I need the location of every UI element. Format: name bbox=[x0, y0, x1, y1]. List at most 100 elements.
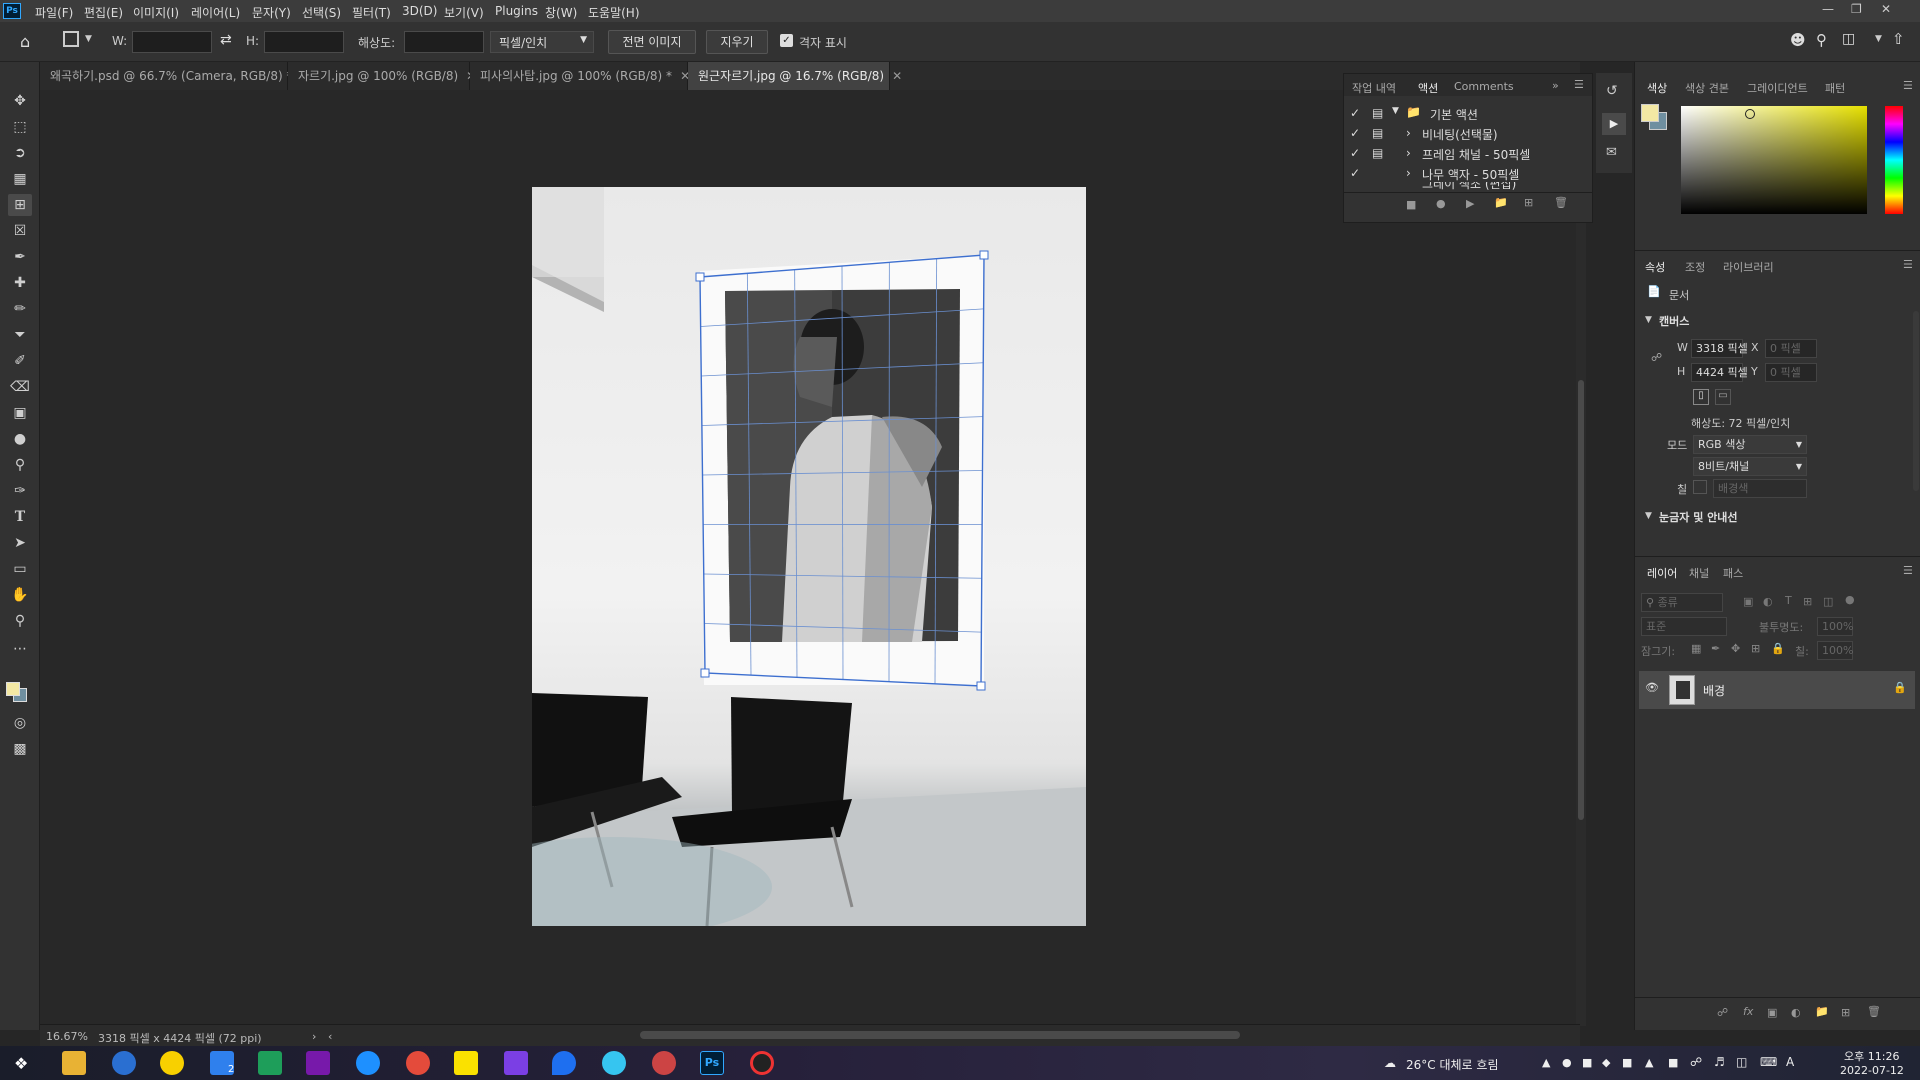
doc-tab-4[interactable]: 원근자르기.jpg @ 16.7% (RGB/8) ✕ bbox=[688, 62, 902, 90]
perspective-crop-grid[interactable] bbox=[532, 187, 1086, 926]
tab-channels[interactable]: 채널 bbox=[1689, 565, 1709, 581]
height-input[interactable] bbox=[264, 31, 344, 53]
user-icon[interactable]: ☻ bbox=[1790, 31, 1806, 49]
chevron-down-icon[interactable]: ▼ bbox=[85, 34, 92, 44]
tab-swatches[interactable]: 색상 견본 bbox=[1685, 80, 1729, 96]
keyboard-icon[interactable]: ⌨ bbox=[1760, 1055, 1777, 1069]
lasso-tool-icon[interactable]: ➲ bbox=[8, 142, 32, 164]
clear-button[interactable]: 지우기 bbox=[706, 30, 768, 54]
panel-menu-icon[interactable]: ☰ bbox=[1903, 564, 1913, 577]
menu-help[interactable]: 도움말(H) bbox=[588, 4, 640, 21]
weather-icon[interactable]: ☁ bbox=[1384, 1056, 1396, 1070]
filter-adjustment-icon[interactable]: ◐ bbox=[1763, 595, 1773, 608]
move-tool-icon[interactable]: ✥ bbox=[8, 90, 32, 112]
workspace-icon[interactable]: ◫ bbox=[1842, 31, 1855, 47]
tab-actions[interactable]: 액션 bbox=[1418, 80, 1438, 96]
check-icon[interactable]: ✓ bbox=[1350, 106, 1360, 120]
stamp-tool-icon[interactable]: ⏷ bbox=[8, 324, 32, 346]
mode-select[interactable]: RGB 색상 ▼ bbox=[1693, 435, 1807, 454]
zoom-level[interactable]: 16.67% bbox=[46, 1030, 88, 1043]
visual-studio-icon[interactable] bbox=[504, 1051, 528, 1075]
clock-date[interactable]: 2022-07-12 bbox=[1840, 1064, 1904, 1077]
menu-edit[interactable]: 편집(E) bbox=[84, 4, 123, 21]
foreground-color-swatch[interactable] bbox=[6, 682, 20, 696]
add-mask-icon[interactable]: ▣ bbox=[1767, 1006, 1777, 1019]
crop-handle[interactable] bbox=[700, 668, 710, 678]
perspective-crop-tool-icon[interactable] bbox=[63, 31, 79, 47]
filter-smart-object-icon[interactable]: ◫ bbox=[1823, 595, 1833, 608]
resolution-input[interactable] bbox=[404, 31, 484, 53]
record-icon[interactable]: ● bbox=[1436, 197, 1446, 210]
action-set[interactable]: ✓ ▤ ▼ 📁 기본 액션 bbox=[1344, 104, 1590, 124]
tab-layers[interactable]: 레이어 bbox=[1647, 565, 1677, 581]
chrome-icon[interactable] bbox=[406, 1051, 430, 1075]
trash-icon[interactable]: 🗑 bbox=[1554, 196, 1568, 209]
grid-checkbox[interactable]: ✓ bbox=[780, 34, 793, 47]
app-icon[interactable] bbox=[652, 1051, 676, 1075]
frame-tool-icon[interactable]: ☒ bbox=[8, 220, 32, 242]
link-layers-icon[interactable]: ☍ bbox=[1717, 1006, 1728, 1019]
tray-icon[interactable]: ■ bbox=[1622, 1056, 1632, 1069]
blur-tool-icon[interactable]: ● bbox=[8, 428, 32, 450]
crop-handle[interactable] bbox=[695, 272, 705, 282]
maps-icon[interactable] bbox=[552, 1051, 576, 1075]
new-action-icon[interactable]: ⊞ bbox=[1524, 196, 1533, 209]
check-icon[interactable]: ✓ bbox=[1350, 146, 1360, 160]
object-select-tool-icon[interactable]: ▦ bbox=[8, 168, 32, 190]
menu-select[interactable]: 선택(S) bbox=[302, 4, 341, 21]
foreground-color-swatch[interactable] bbox=[1641, 104, 1659, 122]
document-image[interactable] bbox=[452, 187, 1086, 937]
lock-transparent-icon[interactable]: ▦ bbox=[1691, 642, 1701, 655]
properties-scrollbar[interactable] bbox=[1913, 311, 1919, 491]
doc-tab-3[interactable]: 피사의사탑.jpg @ 100% (RGB/8) * ✕ bbox=[470, 62, 690, 90]
check-icon[interactable]: ✓ bbox=[1350, 126, 1360, 140]
horizontal-scrollbar[interactable] bbox=[640, 1031, 1240, 1039]
chevron-right-icon[interactable]: › bbox=[1406, 146, 1411, 160]
layer-row[interactable]: 👁 배경 🔒 bbox=[1639, 671, 1915, 709]
swap-icon[interactable]: ⇄ bbox=[220, 32, 232, 48]
close-icon[interactable]: ✕ bbox=[1881, 2, 1891, 16]
recorder-icon[interactable] bbox=[750, 1051, 774, 1075]
pen-tool-icon[interactable]: ✑ bbox=[8, 480, 32, 502]
menu-3d[interactable]: 3D(D) bbox=[402, 4, 437, 18]
lock-all-icon[interactable]: 🔒 bbox=[1771, 642, 1785, 655]
chevron-right-icon[interactable]: › bbox=[312, 1030, 316, 1043]
fill-field[interactable]: 100% bbox=[1817, 641, 1853, 660]
new-layer-icon[interactable]: ⊞ bbox=[1841, 1006, 1850, 1019]
comments-icon[interactable]: ✉ bbox=[1606, 145, 1617, 160]
hue-slider[interactable] bbox=[1885, 106, 1903, 214]
menu-view[interactable]: 보기(V) bbox=[444, 4, 484, 21]
healing-brush-tool-icon[interactable]: ✚ bbox=[8, 272, 32, 294]
eyedropper-tool-icon[interactable]: ✒ bbox=[8, 246, 32, 268]
action-item[interactable]: ✓ ▤ › 비네팅(선택물) bbox=[1344, 124, 1590, 144]
search-icon[interactable]: ⚲ bbox=[1816, 31, 1827, 49]
eye-icon[interactable]: 👁 bbox=[1645, 681, 1659, 694]
tab-pattern[interactable]: 패턴 bbox=[1825, 80, 1845, 96]
layer-name[interactable]: 배경 bbox=[1703, 682, 1725, 699]
kakaotalk-icon[interactable] bbox=[454, 1051, 478, 1075]
landscape-orientation-icon[interactable]: ▭ bbox=[1715, 389, 1731, 405]
tray-icon[interactable]: ■ bbox=[1582, 1056, 1592, 1069]
chevron-right-icon[interactable]: › bbox=[1406, 126, 1411, 140]
share-icon[interactable]: ⇧ bbox=[1892, 30, 1905, 48]
filter-pixel-icon[interactable]: ▣ bbox=[1743, 595, 1753, 608]
width-input[interactable] bbox=[132, 31, 212, 53]
front-image-button[interactable]: 전면 이미지 bbox=[608, 30, 696, 54]
dialog-toggle-icon[interactable]: ▤ bbox=[1372, 106, 1383, 120]
restore-icon[interactable]: ❐ bbox=[1851, 2, 1862, 16]
dodge-tool-icon[interactable]: ⚲ bbox=[8, 454, 32, 476]
color-field[interactable] bbox=[1681, 106, 1867, 214]
tab-color[interactable]: 색상 bbox=[1647, 80, 1667, 96]
dialog-toggle-icon[interactable]: ▤ bbox=[1372, 146, 1383, 160]
vertical-scrollbar[interactable] bbox=[1576, 90, 1586, 1026]
chevron-down-icon[interactable]: ▼ bbox=[1875, 34, 1882, 44]
doc-tab-1[interactable]: 왜곡하기.psd @ 66.7% (Camera, RGB/8) *✕ bbox=[40, 62, 311, 90]
tray-icon[interactable]: ▲ bbox=[1542, 1056, 1550, 1069]
tray-icon[interactable]: ● bbox=[1562, 1056, 1572, 1069]
panel-menu-icon[interactable]: ☰ bbox=[1574, 78, 1584, 91]
photoshop-taskbar-icon[interactable]: Ps bbox=[700, 1051, 724, 1075]
hand-tool-icon[interactable]: ✋ bbox=[8, 584, 32, 606]
menu-window[interactable]: 창(W) bbox=[545, 4, 577, 21]
history-brush-tool-icon[interactable]: ✐ bbox=[8, 350, 32, 372]
edge-icon[interactable] bbox=[356, 1051, 380, 1075]
